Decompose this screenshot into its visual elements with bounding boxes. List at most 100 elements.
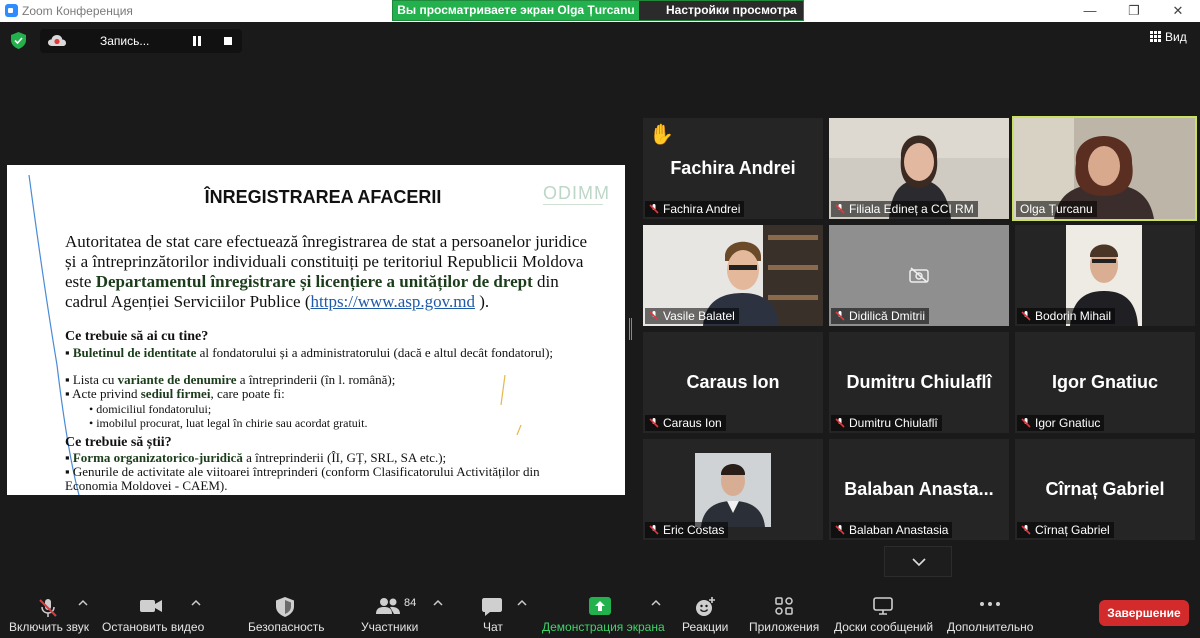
bullet-2-text: a întreprinderii (în l. română); (236, 372, 396, 387)
sub-bullet-2-text: imobilul procurat, luat legal în chirie … (96, 416, 368, 430)
participant-name-label: Didilică Dmitrii (831, 308, 930, 324)
unmute-label: Включить звук (9, 620, 90, 634)
shield-icon (276, 597, 294, 617)
muted-mic-icon (1021, 525, 1031, 535)
bullet-1-text: al fondatorului și a administratorului (… (196, 345, 554, 360)
view-options-button[interactable]: Настройки просмотра ⌄ (639, 1, 803, 20)
panel-resize-handle[interactable] (629, 318, 632, 340)
recording-bar: Запись... (40, 29, 242, 53)
camera-off-icon (909, 267, 929, 283)
asp-link: https://www.asp.gov.md (310, 292, 476, 311)
video-options-chevron-icon[interactable] (190, 597, 202, 609)
participant-tile[interactable]: ✋ Fachira Andrei Fachira Andrei (643, 118, 823, 219)
zoom-logo-icon (5, 4, 18, 17)
intro-bold-text: Departamentul înregistrare și licențiere… (95, 272, 533, 291)
whiteboard-icon (873, 597, 893, 615)
muted-mic-icon (1021, 418, 1031, 428)
apps-label: Приложения (749, 620, 820, 634)
participants-options-chevron-icon[interactable] (432, 597, 444, 609)
chat-bubble-icon (482, 598, 502, 616)
muted-mic-icon (835, 525, 845, 535)
share-options-chevron-icon[interactable] (650, 597, 662, 609)
muted-mic-icon (835, 418, 845, 428)
view-options-label: Настройки просмотра (666, 3, 797, 17)
bullet-3-pre: Acte privind (72, 386, 141, 401)
sub-bullet-2: • imobilul procurat, luat legal în chiri… (89, 416, 368, 430)
muted-mic-icon (649, 204, 659, 214)
view-label: Вид (1165, 30, 1187, 44)
stop-recording-button[interactable] (224, 37, 232, 45)
participant-display-name: Balaban Anasta... (844, 479, 994, 499)
participant-name-label: Dumitru Chiulaflî (831, 415, 942, 431)
participant-name: Balaban Anastasia (849, 523, 949, 537)
participant-tile[interactable]: Igor Gnatiuc Igor Gnatiuc (1015, 332, 1195, 433)
restore-button[interactable]: ❐ (1112, 0, 1156, 22)
participants-count: 84 (404, 597, 417, 609)
participant-name: Fachira Andrei (663, 202, 741, 216)
audio-options-chevron-icon[interactable] (77, 597, 89, 609)
participant-tile[interactable]: Dumitru Chiulaflî Dumitru Chiulaflî (829, 332, 1009, 433)
participant-name: Didilică Dmitrii (849, 309, 926, 323)
reactions-label: Реакции (682, 620, 729, 634)
muted-mic-icon (835, 204, 845, 214)
shared-screen-slide: ÎNREGISTRAREA AFACERII ODIMM Autoritatea… (7, 165, 625, 495)
chevron-down-icon (912, 558, 926, 567)
participant-tile[interactable]: Vasile Balatel (643, 225, 823, 326)
window-title: Zoom Конференция (22, 4, 133, 18)
section-heading-1: Ce trebuie să ai cu tine? (65, 329, 209, 344)
gallery-next-page-button[interactable] (884, 546, 952, 577)
screen-share-banner: Вы просматриваете экран Olga Țurcanu Нас… (392, 0, 804, 21)
participants-label: Участники (361, 620, 419, 634)
participant-name: Filiala Edineț a CCI RM (849, 202, 974, 216)
security-label: Безопасность (248, 620, 325, 634)
pause-recording-button[interactable] (192, 36, 202, 46)
bullet-3-bold: sediul firmei (140, 386, 211, 401)
participant-name: Caraus Ion (663, 416, 722, 430)
participant-tile-active-speaker[interactable]: Olga Țurcanu (1012, 116, 1197, 221)
participant-video (695, 453, 771, 527)
bullet-5-text: Genurile de activitate ale viitoarei înt… (65, 464, 540, 493)
encryption-shield-icon[interactable] (11, 32, 26, 49)
participant-name-label: Igor Gnatiuc (1017, 415, 1105, 431)
close-button[interactable]: ✕ (1156, 0, 1200, 22)
participant-tile[interactable]: Cîrnaț Gabriel Cîrnaț Gabriel (1015, 439, 1195, 540)
participant-tile[interactable]: Filiala Edineț a CCI RM (829, 118, 1009, 219)
grid-view-icon (1150, 31, 1161, 42)
slide-intro-paragraph: Autoritatea de stat care efectuează înre… (65, 232, 595, 312)
participant-name-label: Caraus Ion (645, 415, 726, 431)
participant-tile[interactable]: Caraus Ion Caraus Ion (643, 332, 823, 433)
muted-microphone-icon (39, 599, 57, 617)
minimize-button[interactable]: — (1068, 0, 1112, 22)
muted-mic-icon (1021, 311, 1031, 321)
bullet-4: ▪ Forma organizatorico-juridică a întrep… (65, 450, 447, 465)
bullet-4-text: a întreprinderii (ÎI, GȚ, SRL, SA etc.); (242, 450, 447, 465)
sub-bullet-1: • domiciliul fondatorului; (89, 402, 212, 416)
participant-name: Igor Gnatiuc (1035, 416, 1101, 430)
sub-bullet-1-text: domiciliul fondatorului; (96, 402, 212, 416)
whiteboards-label: Доски сообщений (834, 620, 934, 634)
chat-options-chevron-icon[interactable] (516, 597, 528, 609)
muted-mic-icon (835, 311, 845, 321)
participant-tile[interactable]: Eric Costas (643, 439, 823, 540)
participant-display-name: Igor Gnatiuc (1051, 372, 1158, 392)
participant-tile[interactable]: Didilică Dmitrii (829, 225, 1009, 326)
viewing-screen-label: Вы просматриваете экран Olga Țurcanu (393, 1, 639, 20)
chat-label: Чат (483, 620, 503, 634)
cloud-recording-icon (48, 35, 66, 46)
slide-title: ÎNREGISTRAREA AFACERII (204, 187, 442, 207)
participant-name: Olga Țurcanu (1020, 202, 1093, 216)
bullet-4-bold: Forma organizatorico-juridică (72, 450, 243, 465)
odimm-logo-underline (543, 204, 603, 207)
participants-icon (376, 598, 400, 614)
participant-display-name: Cîrnaț Gabriel (1045, 479, 1165, 499)
view-button[interactable]: Вид (1150, 30, 1187, 44)
end-meeting-button[interactable]: Завершение (1099, 600, 1189, 626)
share-screen-arrow-icon (589, 597, 611, 615)
meeting-toolbar: Включить звук Остановить видео Безопасно… (0, 589, 1200, 638)
participant-tile[interactable]: Bodorin Mihail (1015, 225, 1195, 326)
participant-name: Bodorin Mihail (1035, 309, 1112, 323)
participant-name: Eric Costas (663, 523, 725, 537)
participant-tile[interactable]: Balaban Anasta... Balaban Anastasia (829, 439, 1009, 540)
participant-name-label: Vasile Balatel (645, 308, 739, 324)
apps-grid-icon (775, 597, 793, 615)
